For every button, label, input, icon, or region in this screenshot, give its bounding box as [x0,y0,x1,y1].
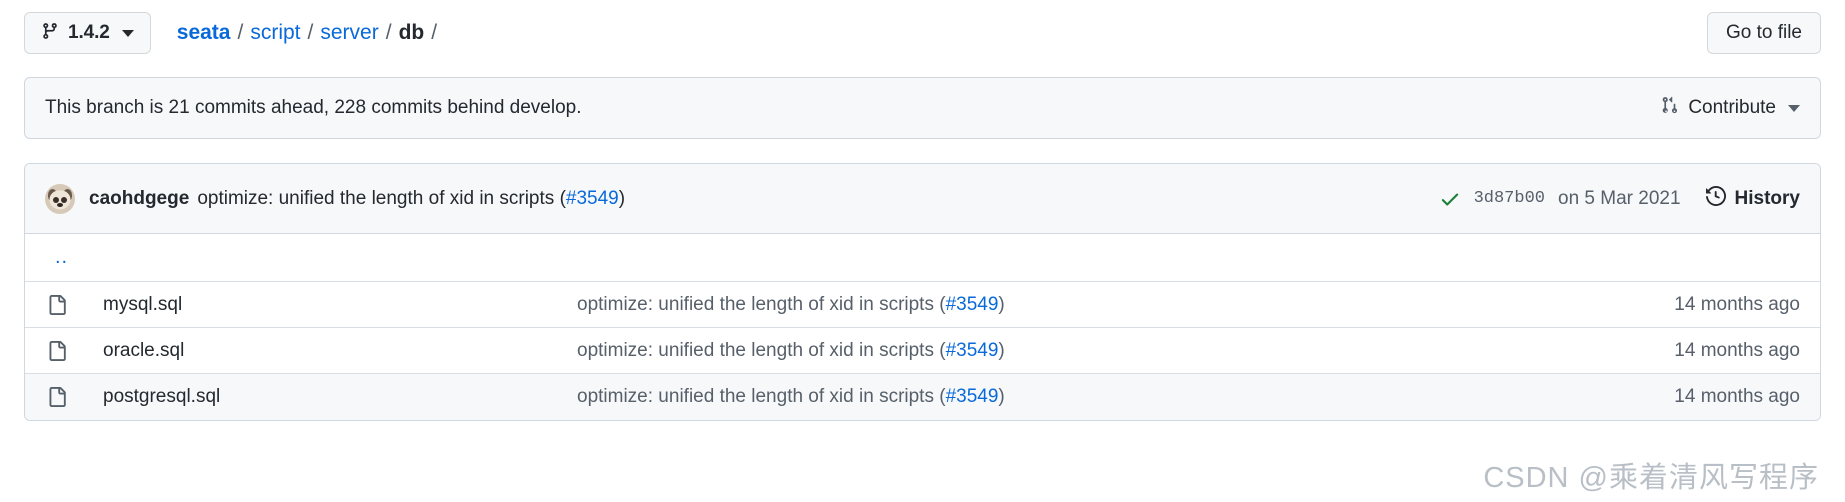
file-commit-message: optimize: unified the length of xid in s… [577,294,1654,316]
file-issue-link[interactable]: #3549 [946,294,999,315]
breadcrumb-separator: / [237,21,244,44]
table-row[interactable]: postgresql.sql optimize: unified the len… [25,374,1820,420]
file-time: 14 months ago [1674,386,1800,407]
file-name-link[interactable]: oracle.sql [103,340,577,362]
breadcrumb-separator-trailing: / [431,21,438,44]
table-row[interactable]: oracle.sql optimize: unified the length … [25,328,1820,374]
breadcrumb-item-db: db [398,21,425,44]
breadcrumb-item-script[interactable]: script [250,21,300,45]
contribute-label: Contribute [1688,97,1776,118]
file-icon [47,387,75,407]
chevron-down-icon [121,29,134,37]
commit-message: optimize: unified the length of xid in s… [197,188,625,210]
breadcrumb-separator: / [385,21,392,44]
breadcrumb-item-seata[interactable]: seata [177,21,231,45]
issue-paren-close: ) [998,339,1005,361]
breadcrumb: seata / script / server / db / [177,21,444,45]
branch-status-text: This branch is 21 commits ahead, 228 com… [45,97,582,118]
check-icon[interactable] [1439,188,1461,210]
contribute-button[interactable]: Contribute [1661,96,1800,120]
avatar[interactable] [45,183,75,214]
csdn-watermark: CSDN @乘着清风写程序 [1483,462,1819,494]
file-browser: caohdgege optimize: unified the length o… [24,163,1821,421]
file-time: 14 months ago [1674,293,1800,315]
file-icon [47,340,75,361]
file-icon [47,294,75,315]
repo-toolbar: 1.4.2 seata / script / server / db / Go … [24,12,1821,54]
go-to-file-button[interactable]: Go to file [1706,12,1821,54]
chevron-down-icon [1788,104,1800,112]
file-commit-message-text: optimize: unified the length of xid in s… [577,386,940,407]
branch-name-label: 1.4.2 [68,22,110,43]
branch-selector[interactable]: 1.4.2 [24,12,151,54]
file-commit-message: optimize: unified the length of xid in s… [577,386,1654,408]
commit-date: on 5 Mar 2021 [1558,187,1681,209]
parent-directory-row[interactable]: .. [25,234,1820,282]
commit-author-link[interactable]: caohdgege [89,188,189,210]
file-commit-message-text: optimize: unified the length of xid in s… [577,339,940,361]
file-time: 14 months ago [1674,339,1800,361]
parent-directory-link[interactable]: .. [55,246,68,269]
avatar-nose [57,202,63,207]
table-row[interactable]: mysql.sql optimize: unified the length o… [25,282,1820,328]
file-name-link[interactable]: postgresql.sql [103,386,577,408]
breadcrumb-separator: / [307,21,314,44]
issue-paren-close: ) [998,293,1005,315]
history-label: History [1734,187,1800,209]
breadcrumb-item-server[interactable]: server [320,21,378,45]
git-branch-icon [41,22,59,45]
issue-paren-close: ) [618,187,626,209]
commit-sha[interactable]: 3d87b00 [1474,189,1545,208]
branch-status-banner: This branch is 21 commits ahead, 228 com… [24,77,1821,139]
history-clock-icon [1705,185,1726,212]
go-to-file-label: Go to file [1725,22,1802,43]
latest-commit-header: caohdgege optimize: unified the length o… [25,164,1820,234]
file-commit-message: optimize: unified the length of xid in s… [577,340,1654,362]
commit-message-text: optimize: unified the length of xid in s… [197,187,560,209]
file-name-link[interactable]: mysql.sql [103,294,577,316]
commit-meta: 3d87b00 on 5 Mar 2021 History [1439,185,1800,212]
file-issue-link[interactable]: #3549 [946,386,999,407]
commit-issue-link[interactable]: #3549 [566,188,619,209]
file-commit-message-text: optimize: unified the length of xid in s… [577,293,940,315]
issue-paren-close: ) [998,386,1005,407]
file-issue-link[interactable]: #3549 [946,340,999,361]
history-button[interactable]: History [1705,185,1800,212]
git-pull-request-icon [1661,96,1679,120]
